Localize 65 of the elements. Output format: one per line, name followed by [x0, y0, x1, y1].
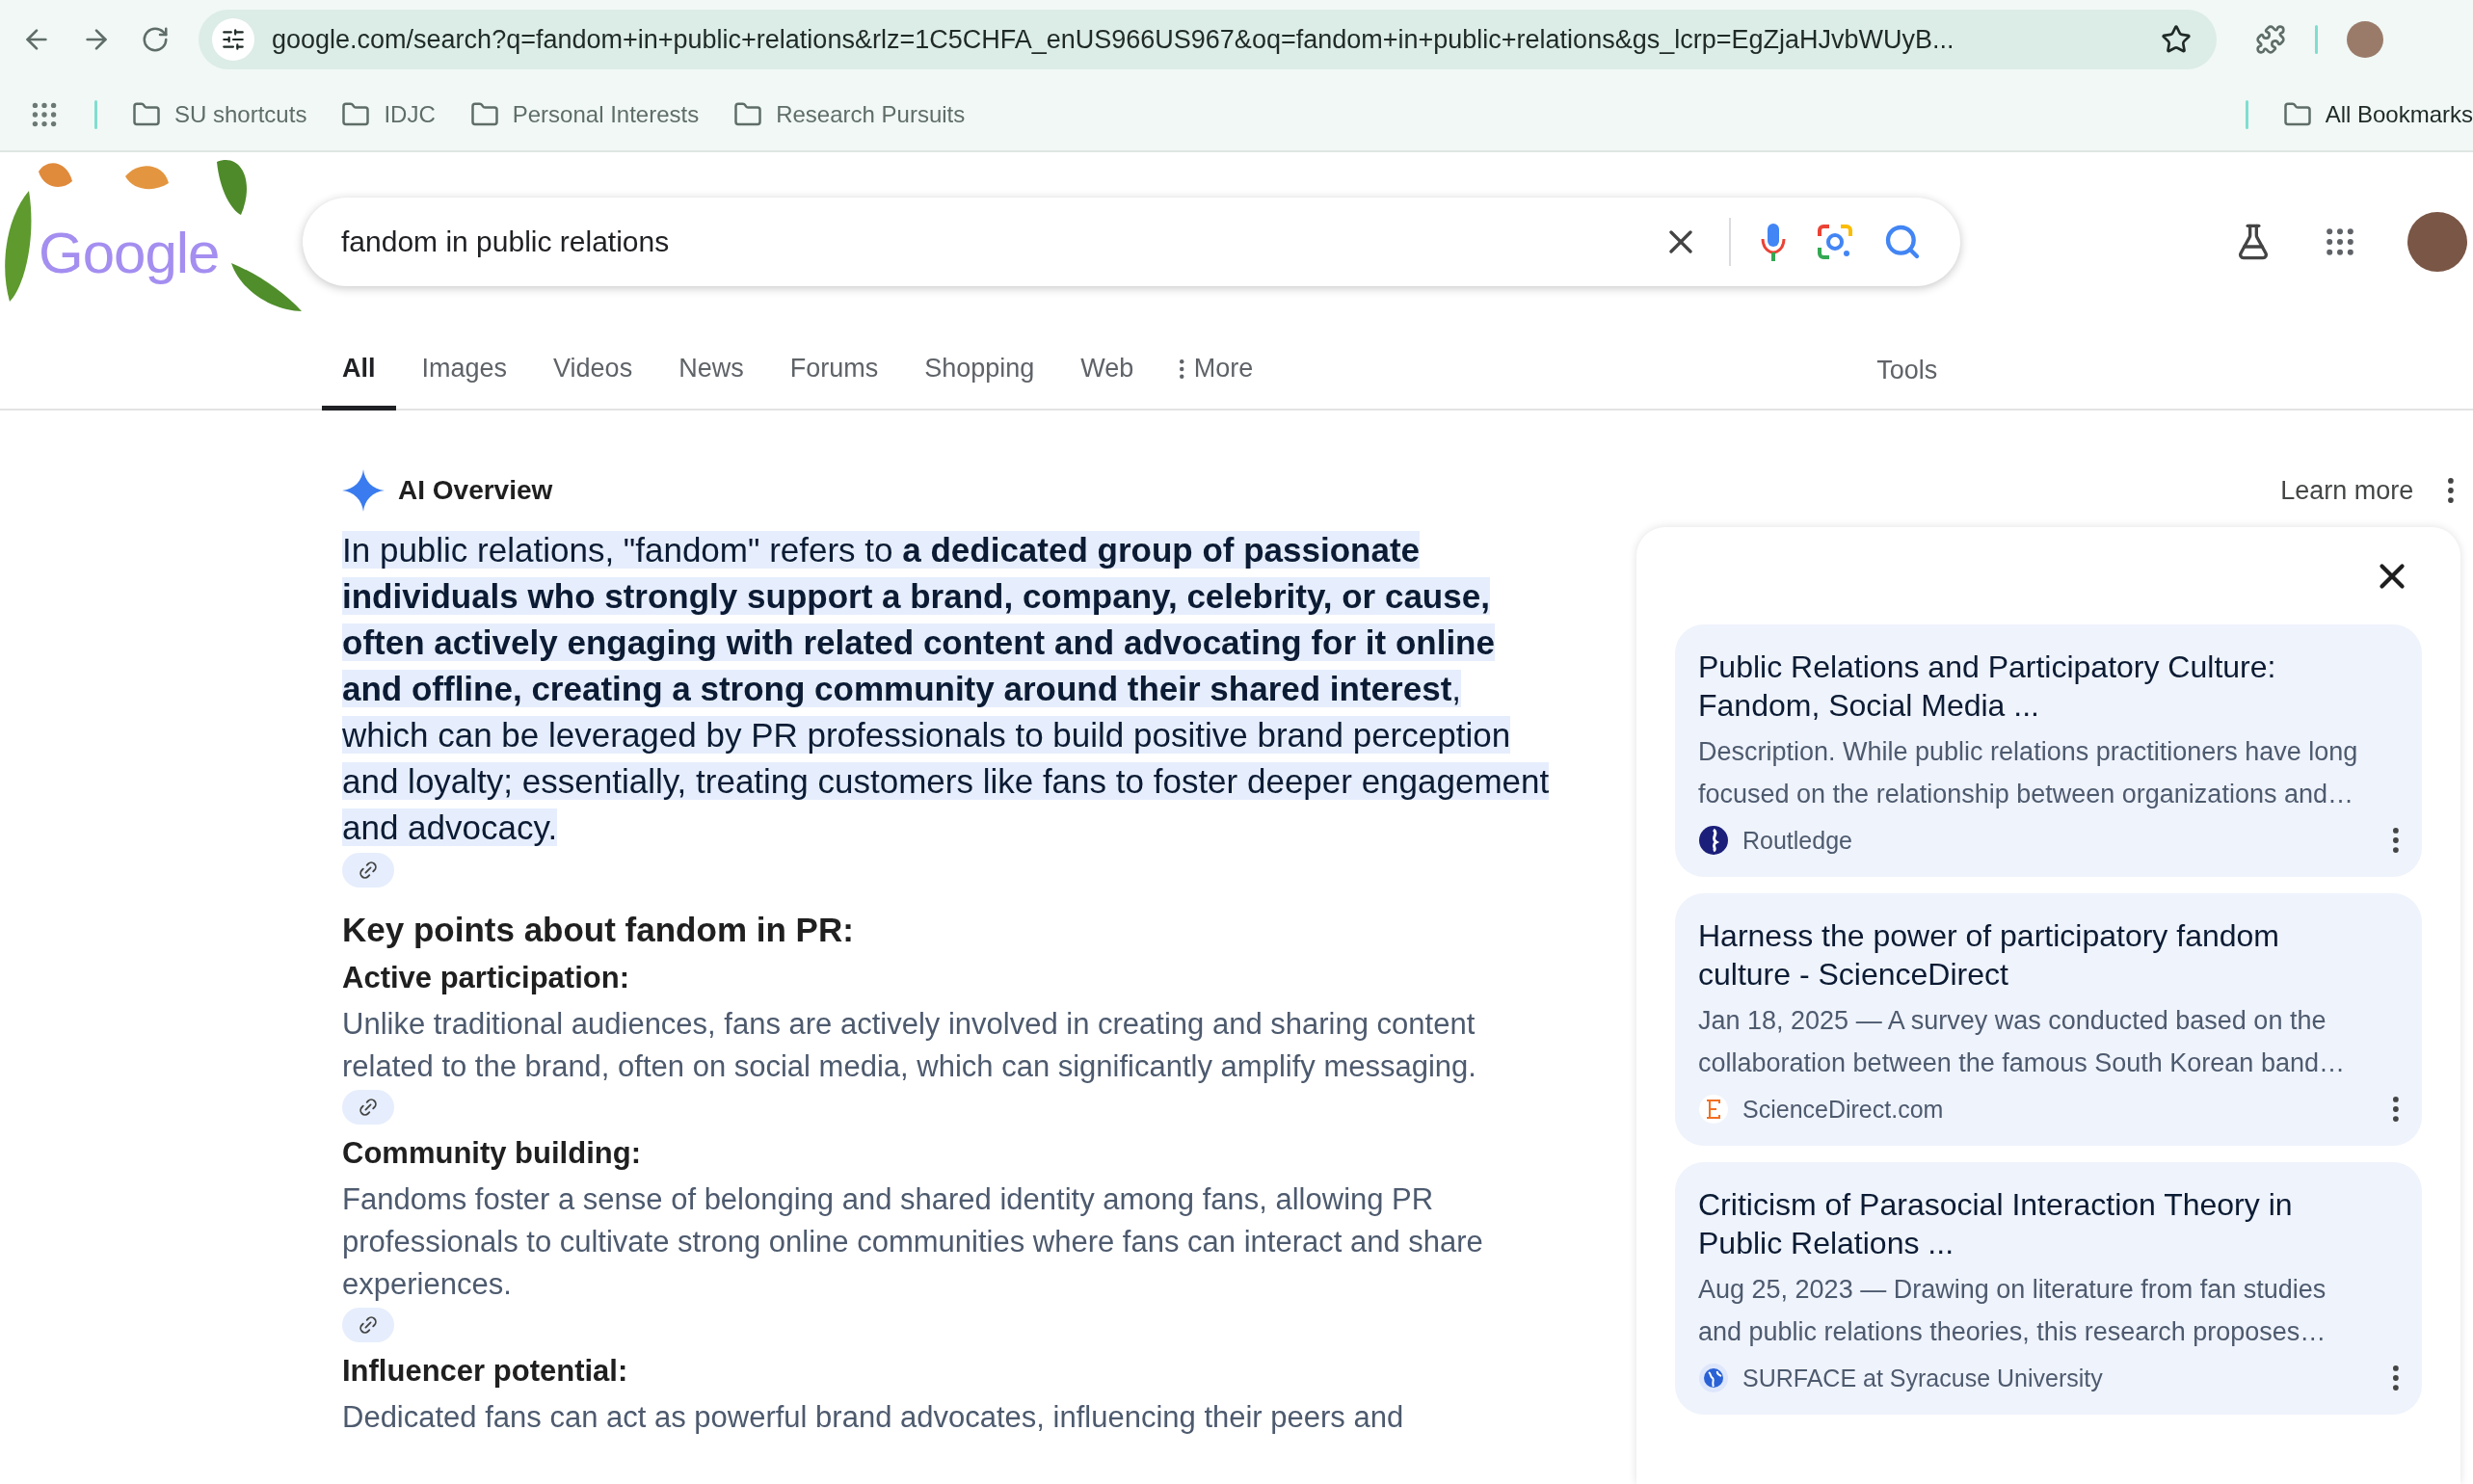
all-bookmarks-folder[interactable]: All Bookmarks: [2282, 100, 2473, 129]
globe-icon: [1698, 1363, 1729, 1393]
sparkle-icon: [342, 469, 385, 512]
more-tab[interactable]: More: [1159, 331, 1274, 411]
more-options-button[interactable]: [2448, 478, 2454, 503]
key-point-text: Unlike traditional audiences, fans are actively involved in creating and sharing content related to the brand, often on social media, which can significantly amplify messaging.: [342, 1006, 1477, 1085]
search-tab[interactable]: Forums: [769, 331, 899, 411]
bookmark-folder[interactable]: Research Pursuits: [733, 100, 966, 129]
citation-link-button[interactable]: [342, 1090, 394, 1125]
bookmark-star-button[interactable]: [2161, 24, 2192, 55]
key-point-title: Community building:: [342, 1136, 641, 1171]
camera-lens-icon[interactable]: [1816, 223, 1854, 261]
source-card[interactable]: Public Relations and Participatory Culture: Fandom, Social Media ... Description. While public relations practitioners have long focused on the relationship between organizations and… Routledge: [1675, 624, 2422, 877]
source-title-link[interactable]: Harness the power of participatory fandom culture - ScienceDirect: [1698, 916, 2376, 994]
reload-button[interactable]: [141, 25, 170, 54]
search-tab[interactable]: All: [322, 331, 396, 411]
kebab-icon: [2393, 828, 2399, 853]
search-tab[interactable]: News: [658, 331, 764, 411]
source-snippet: Jan 18, 2025 — A survey was conducted based on the collaboration between the famous South Korean band…: [1698, 1005, 2346, 1079]
kebab-icon: [2448, 478, 2454, 503]
search-tab[interactable]: Web: [1060, 331, 1155, 411]
overview-summary: In public relations, "fandom" refers to a dedicated group of passionate individuals who strongly support a brand, company, celebrity, or cause, often actively engaging with related content and advocating for it online and offline, creating a strong community around their shared interest, which can be leveraged by PR professionals to build positive brand perception and loyalty; essentially, treating customers like fans to foster deeper engagement and advocacy.: [342, 530, 1551, 848]
source-title-link[interactable]: Criticism of Parasocial Interaction Theory in Public Relations ...: [1698, 1185, 2376, 1262]
source-name: SURFACE at Syracuse University: [1742, 1364, 2103, 1392]
source-card[interactable]: [1675, 1162, 2422, 1415]
extensions-button[interactable]: [2255, 24, 2286, 55]
source-card[interactable]: Harness the power of participatory fandom culture - ScienceDirect Jan 18, 2025 — A survey was conducted based on the collaboration between the famous South Korean band… ScienceDirect.com: [1675, 893, 2422, 1146]
sliders-icon: [221, 27, 246, 52]
address-bar[interactable]: google.com/search?q=fandom+in+public+relations&rlz=1C5CHFA_enUS966US967&oq=fandom+in+public+relations&gs_lcrp=EgZjaHJvbWUyB...: [199, 10, 2217, 69]
kebab-icon: [2393, 1365, 2399, 1391]
citation-link-button[interactable]: [342, 1308, 394, 1342]
more-options-button[interactable]: [2393, 1365, 2399, 1391]
search-query: fandom in public relations: [341, 225, 671, 258]
more-options-button[interactable]: [2393, 828, 2399, 853]
kebab-icon: [1180, 358, 1184, 379]
tools-tab[interactable]: Tools: [1876, 331, 1938, 409]
key-point-title: Influencer potential:: [342, 1354, 628, 1389]
kebab-icon: [2393, 1097, 2399, 1122]
search-tab[interactable]: Videos: [533, 331, 653, 411]
ai-overview-title: AI Overview: [398, 475, 553, 506]
more-options-button[interactable]: [2393, 1097, 2399, 1122]
key-point-title: Active participation:: [342, 961, 629, 995]
search-tab[interactable]: Shopping: [904, 331, 1055, 411]
source-logo-icon: [1698, 1094, 1729, 1125]
profile-avatar[interactable]: [2347, 21, 2383, 58]
bookmark-folder[interactable]: SU shortcuts: [132, 100, 307, 129]
microphone-icon[interactable]: [1760, 222, 1787, 262]
source-snippet: Aug 25, 2023 — Drawing on literature from fan studies and public relations theories, this research proposes…: [1698, 1274, 2327, 1348]
bookmark-folder[interactable]: Personal Interests: [469, 100, 700, 129]
learn-more-link[interactable]: Learn more: [2280, 475, 2414, 506]
bookmark-folder[interactable]: IDJC: [341, 100, 436, 129]
url-text: google.com/search?q=fandom+in+public+relations&rlz=1C5CHFA_enUS966US967&oq=fandom+in+public+relations&gs_lcrp=EgZjaHJvbWUyB...: [272, 24, 1955, 55]
source-title-link[interactable]: Public Relations and Participatory Culture: Fandom, Social Media ...: [1698, 648, 2376, 725]
key-point-text: Fandoms foster a sense of belonging and shared identity among fans, allowing PR professionals to cultivate strong online communities where fans can interact and share experiences.: [342, 1181, 1484, 1303]
search-field[interactable]: fandom in public relations: [303, 198, 1960, 286]
search-tab[interactable]: Images: [401, 331, 528, 411]
citation-link-button[interactable]: [342, 853, 394, 888]
source-snippet: Description. While public relations practitioners have long focused on the relationship between organizations and…: [1698, 736, 2359, 810]
source-logo-icon: [1698, 825, 1729, 856]
source-name: ScienceDirect.com: [1742, 1095, 1944, 1124]
site-settings-button[interactable]: [212, 18, 254, 61]
key-points-heading: Key points about fandom in PR:: [342, 911, 855, 949]
key-point-text: Dedicated fans can act as powerful brand advocates, influencing their peers and: [342, 1399, 1405, 1436]
search-button[interactable]: [1883, 223, 1922, 261]
source-name: Routledge: [1742, 826, 1852, 855]
